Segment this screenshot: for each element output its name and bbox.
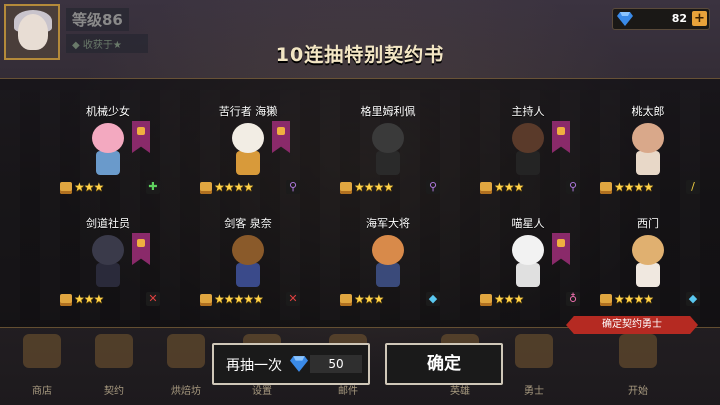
star-rating: ★★★★ xyxy=(614,180,654,194)
star-rating: ★★★★ xyxy=(614,292,654,306)
result-card[interactable]: 剑客 泉奈 ★★★★★ ✕ xyxy=(178,201,318,313)
scroll-icon xyxy=(60,182,72,194)
new-hero-ribbon-icon xyxy=(132,121,150,153)
result-card[interactable]: 剑道社员 ★★★ ✕ xyxy=(38,201,178,313)
new-hero-ribbon-icon xyxy=(552,233,570,265)
scroll-icon xyxy=(600,182,612,194)
nav-item-6[interactable]: 勇士 xyxy=(504,334,564,398)
nav-label: 烘焙坊 xyxy=(171,386,201,397)
start-icon xyxy=(619,334,657,368)
star-rating: ★★★ xyxy=(74,180,104,194)
gem-counter: 82 + xyxy=(612,8,710,30)
hero-name: 海军大将 xyxy=(366,217,410,230)
red-sword-icon: ✕ xyxy=(146,292,160,306)
hero-sprite xyxy=(82,119,134,179)
result-card[interactable]: 海军大将 ★★★ ◆ xyxy=(318,201,458,313)
draw-again-cost: 50 xyxy=(310,355,362,373)
result-card[interactable]: 桃太郎 ★★★★ / xyxy=(578,89,718,201)
scroll-icon xyxy=(480,182,492,194)
star-rating: ★★★★★ xyxy=(214,292,264,306)
nav-label: 开始 xyxy=(628,386,648,397)
star-rating: ★★★ xyxy=(74,292,104,306)
green-cross-icon: ✚ xyxy=(146,180,160,194)
draw-again-label: 再抽一次 xyxy=(226,358,282,374)
hero-sprite xyxy=(222,231,274,291)
nav-item-0[interactable]: 商店 xyxy=(12,334,72,398)
scroll-icon xyxy=(480,294,492,306)
new-hero-ribbon-icon xyxy=(552,121,570,153)
nav-label: 商店 xyxy=(32,386,52,397)
hero-sprite xyxy=(222,119,274,179)
blue-gun-icon: ◆ xyxy=(686,292,700,306)
purple-staff-icon: ⚲ xyxy=(286,180,300,194)
confirm-button[interactable]: 确定 xyxy=(385,343,503,385)
draw-results-panel: 机械少女 ★★★ ✚ 苦行者 海獭 ★★★★ ⚲ 格里姆利佩 ★★★★ ⚲ 主持人 ★★★ ⚲ 桃太郎 ★… xyxy=(0,78,720,328)
new-hero-ribbon-icon xyxy=(272,121,290,153)
result-card[interactable]: 机械少女 ★★★ ✚ xyxy=(38,89,178,201)
nav-item-7[interactable]: 开始 xyxy=(608,334,668,398)
scroll-icon xyxy=(600,294,612,306)
hero-name: 喵星人 xyxy=(511,217,545,230)
shop-icon xyxy=(23,334,61,368)
star-rating: ★★★★ xyxy=(214,180,254,194)
blue-gun-icon: ◆ xyxy=(426,292,440,306)
hero-name: 桃太郎 xyxy=(631,105,665,118)
hero-name: 剑客 泉奈 xyxy=(224,217,272,230)
red-sword-icon: ✕ xyxy=(286,292,300,306)
scroll-icon xyxy=(340,294,352,306)
hero-sprite xyxy=(502,231,554,291)
nav-item-2[interactable]: 烘焙坊 xyxy=(156,334,216,398)
new-hero-ribbon-icon xyxy=(132,233,150,265)
star-rating: ★★★ xyxy=(494,180,524,194)
hero-sprite xyxy=(82,231,134,291)
hero-sprite xyxy=(502,119,554,179)
hero-name: 格里姆利佩 xyxy=(360,105,416,118)
result-card[interactable]: 喵星人 ★★★ ♁ xyxy=(458,201,598,313)
hero-name: 苦行者 海獭 xyxy=(218,105,278,118)
result-card[interactable]: 格里姆利佩 ★★★★ ⚲ xyxy=(318,89,458,201)
player-name: 等级86 xyxy=(66,8,129,31)
hero-sprite xyxy=(362,119,414,179)
gem-icon xyxy=(617,11,633,30)
page-title: 10连抽特别契约书 xyxy=(275,44,445,66)
result-card[interactable]: 主持人 ★★★ ⚲ xyxy=(458,89,598,201)
hero-name: 机械少女 xyxy=(86,105,130,118)
star-rating: ★★★ xyxy=(354,292,384,306)
top-bar: 等级86 ◆ 收获于★ 82 + 10连抽特别契约书 xyxy=(0,0,720,78)
gem-icon xyxy=(290,356,308,376)
hero-sprite xyxy=(622,119,674,179)
star-rating: ★★★ xyxy=(494,292,524,306)
scroll-icon xyxy=(200,294,212,306)
star-rating: ★★★★ xyxy=(354,180,394,194)
draw-again-button[interactable]: 再抽一次 50 xyxy=(212,343,370,385)
gem-count: 82 xyxy=(671,12,687,25)
scroll-icon xyxy=(60,294,72,306)
nav-label: 契约 xyxy=(104,386,124,397)
result-card[interactable]: 西门 ★★★★ ◆ xyxy=(578,201,718,313)
scroll-icon xyxy=(340,182,352,194)
yellow-sword-icon: / xyxy=(686,180,700,194)
scroll-icon xyxy=(200,182,212,194)
contract-icon xyxy=(95,334,133,368)
hero-name: 主持人 xyxy=(511,105,545,118)
hero-sprite xyxy=(622,231,674,291)
hero-name: 西门 xyxy=(637,217,659,230)
purple-staff-icon: ⚲ xyxy=(426,180,440,194)
warrior-icon xyxy=(515,334,553,368)
hero-name: 剑道社员 xyxy=(86,217,130,230)
result-card[interactable]: 苦行者 海獭 ★★★★ ⚲ xyxy=(178,89,318,201)
bakery-icon xyxy=(167,334,205,368)
hero-sprite xyxy=(362,231,414,291)
add-gems-button[interactable]: + xyxy=(692,11,707,26)
nav-item-1[interactable]: 契约 xyxy=(84,334,144,398)
nav-label: 勇士 xyxy=(524,386,544,397)
